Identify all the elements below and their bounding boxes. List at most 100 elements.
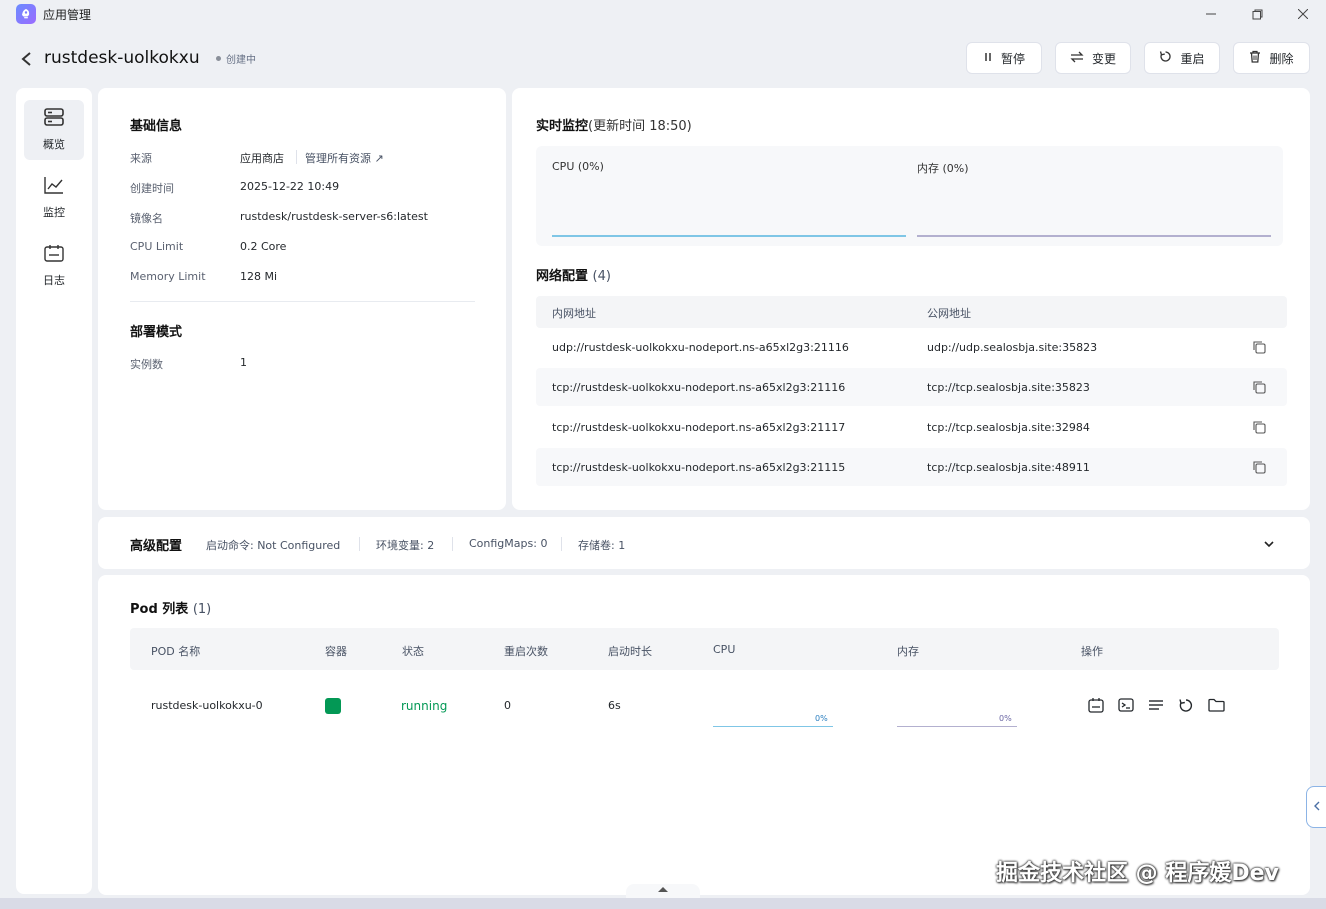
startup-command: 启动命令: Not Configured <box>206 539 341 552</box>
close-icon[interactable] <box>1291 4 1315 24</box>
monitor-title: 实时监控(更新时间 18:50) <box>536 115 692 134</box>
memory-limit-label: Memory Limit <box>130 270 206 283</box>
volumes: 存储卷: 1 <box>578 539 626 552</box>
monitor-title-text: 实时监控 <box>536 119 589 134</box>
minimize-icon[interactable] <box>1199 4 1223 24</box>
private-address: tcp://rustdesk-uolkokxu-nodeport.ns-a65x… <box>552 421 846 434</box>
col-cpu: CPU <box>713 643 736 656</box>
window-title: 应用管理 <box>43 8 92 22</box>
copy-icon[interactable] <box>1252 340 1266 354</box>
maximize-icon[interactable] <box>1245 4 1269 24</box>
pod-cpu-bar <box>713 726 833 727</box>
pod-table-header <box>130 628 1279 670</box>
configmaps: ConfigMaps: 0 <box>469 537 548 550</box>
cpu-sparkline <box>552 235 906 237</box>
copy-icon[interactable] <box>1252 420 1266 434</box>
image-label: 镜像名 <box>130 212 163 225</box>
pod-cpu-percent: 0% <box>815 714 828 723</box>
private-address: tcp://rustdesk-uolkokxu-nodeport.ns-a65x… <box>552 381 846 394</box>
status-dot <box>216 56 221 61</box>
pod-memory-percent: 0% <box>999 714 1012 723</box>
public-address: udp://udp.sealosbja.site:35823 <box>927 341 1098 354</box>
status-badge: 创建中 <box>226 55 256 66</box>
advanced-title: 高级配置 <box>130 539 183 554</box>
chevron-up-icon <box>657 886 669 896</box>
public-address: tcp://tcp.sealosbja.site:32984 <box>927 421 1090 434</box>
created-value: 2025-12-22 10:49 <box>240 180 340 193</box>
page-header: rustdesk-uolkokxu 创建中 暂停 变更 重启 删除 <box>0 36 1326 82</box>
memory-limit-value: 128 Mi <box>240 270 278 283</box>
pause-button[interactable]: 暂停 <box>966 42 1042 74</box>
replicas-value: 1 <box>240 356 247 369</box>
trash-icon <box>1249 50 1261 66</box>
basic-info-title: 基础信息 <box>130 119 183 134</box>
copy-icon[interactable] <box>1252 380 1266 394</box>
chevron-down-icon[interactable] <box>1262 538 1276 552</box>
logs-icon[interactable] <box>1087 697 1105 715</box>
terminal-icon[interactable] <box>1117 697 1135 715</box>
pod-list-card <box>98 575 1310 895</box>
pause-icon <box>983 51 993 65</box>
network-count: (4) <box>592 269 611 284</box>
monitor-update-time: (更新时间 18:50) <box>588 119 692 134</box>
pod-list-title-text: Pod 列表 <box>130 602 189 617</box>
nav-item-logs[interactable]: 日志 <box>24 236 84 296</box>
basic-info-card <box>98 88 506 510</box>
col-private-address: 内网地址 <box>552 307 596 320</box>
public-address: tcp://tcp.sealosbja.site:48911 <box>927 461 1090 474</box>
pod-name: rustdesk-uolkokxu-0 <box>151 699 263 712</box>
source-value: 应用商店 <box>240 152 284 165</box>
container-status-square[interactable] <box>325 698 341 714</box>
col-restarts: 重启次数 <box>504 645 548 658</box>
private-address: udp://rustdesk-uolkokxu-nodeport.ns-a65x… <box>552 341 849 354</box>
delete-button[interactable]: 删除 <box>1233 42 1310 74</box>
divider <box>130 301 475 302</box>
col-actions: 操作 <box>1081 645 1103 658</box>
divider <box>359 537 360 551</box>
replicas-label: 实例数 <box>130 358 163 371</box>
pod-list-title: Pod 列表 (1) <box>130 598 211 617</box>
back-arrow-icon[interactable] <box>20 50 36 68</box>
col-status: 状态 <box>402 645 424 658</box>
pod-count: (1) <box>192 602 212 617</box>
pod-memory-bar <box>897 726 1017 727</box>
title-bar: 应用管理 <box>0 0 1326 28</box>
side-nav: 概览 监控 日志 <box>16 88 92 894</box>
col-pod-name: POD 名称 <box>151 645 201 658</box>
manage-resources-text: 管理所有资源 <box>305 152 371 165</box>
restart-icon <box>1159 50 1172 66</box>
side-panel-toggle[interactable] <box>1306 786 1326 828</box>
nav-item-overview[interactable]: 概览 <box>24 100 84 160</box>
network-table-header <box>536 296 1287 328</box>
page-title: rustdesk-uolkokxu <box>44 48 200 68</box>
details-icon[interactable] <box>1147 697 1165 715</box>
folder-icon[interactable] <box>1207 697 1225 715</box>
divider <box>561 537 562 551</box>
restart-icon[interactable] <box>1177 697 1195 715</box>
copy-icon[interactable] <box>1252 460 1266 474</box>
network-title-text: 网络配置 <box>536 269 589 284</box>
nav-label-overview: 概览 <box>43 138 65 151</box>
delete-label: 删除 <box>1269 51 1294 66</box>
nav-label-monitor: 监控 <box>43 206 65 219</box>
chart-line-icon <box>44 176 64 198</box>
manage-resources-link[interactable]: 管理所有资源 ↗ <box>305 150 384 166</box>
bottom-drawer-handle[interactable] <box>626 884 700 898</box>
col-uptime: 启动时长 <box>608 645 652 658</box>
pod-uptime: 6s <box>608 699 621 712</box>
change-button[interactable]: 变更 <box>1055 42 1131 74</box>
change-label: 变更 <box>1091 51 1116 66</box>
divider <box>296 150 297 164</box>
taskbar-strip <box>0 898 1326 909</box>
nav-label-logs: 日志 <box>43 274 65 287</box>
cpu-monitor-label: CPU (0%) <box>552 160 604 173</box>
external-link-icon: ↗ <box>374 152 384 165</box>
swap-icon <box>1070 51 1084 66</box>
deploy-title: 部署模式 <box>130 325 183 340</box>
restart-button[interactable]: 重启 <box>1144 42 1220 74</box>
restart-label: 重启 <box>1180 51 1205 66</box>
server-icon <box>44 108 64 130</box>
calendar-log-icon <box>44 244 64 266</box>
divider <box>452 537 453 551</box>
nav-item-monitor[interactable]: 监控 <box>24 168 84 228</box>
